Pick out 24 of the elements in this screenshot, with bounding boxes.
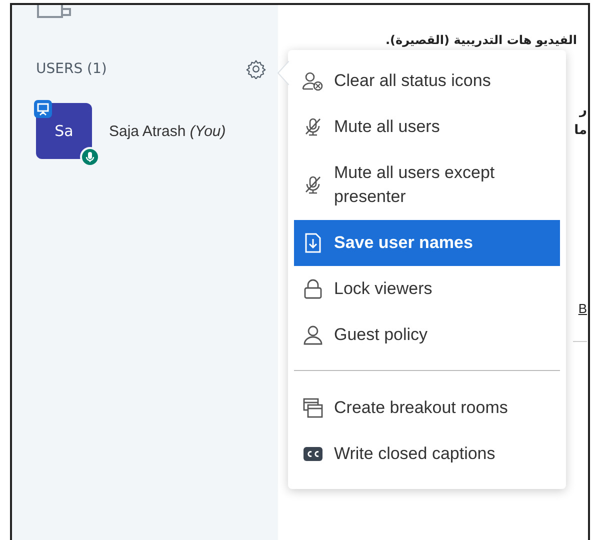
user-name[interactable]: Saja Atrash (You) xyxy=(109,122,226,140)
menu-item[interactable]: Save user names xyxy=(294,220,560,266)
link-fragment[interactable]: B xyxy=(578,299,587,319)
menu-item[interactable]: Lock viewers xyxy=(294,266,560,312)
menu-item[interactable]: Create breakout rooms xyxy=(294,385,560,431)
lock-icon xyxy=(303,279,323,299)
muted-microphone-icon xyxy=(303,175,323,195)
muted-microphone-icon xyxy=(303,117,323,137)
menu-item[interactable]: Mute all users except presenter xyxy=(294,150,560,220)
cc-icon xyxy=(303,446,323,462)
user-icon xyxy=(303,325,323,345)
whiteboard-icon[interactable] xyxy=(36,5,74,21)
content-heading: الفيديو هات التدريبية (القصيرة). xyxy=(385,33,578,47)
download-file-icon xyxy=(304,233,322,253)
menu-item[interactable]: Write closed captions xyxy=(294,431,560,477)
user-x-icon xyxy=(302,71,324,91)
text-fragment: ر xyxy=(580,102,587,120)
windows-icon xyxy=(303,398,323,418)
menu-item[interactable]: Guest policy xyxy=(294,312,560,358)
settings-icon[interactable] xyxy=(246,59,266,79)
users-heading: USERS (1) xyxy=(36,61,107,77)
text-fragment: ما xyxy=(574,122,587,140)
menu-item[interactable]: Clear all status icons xyxy=(294,58,560,104)
menu-item[interactable]: Mute all users xyxy=(294,104,560,150)
